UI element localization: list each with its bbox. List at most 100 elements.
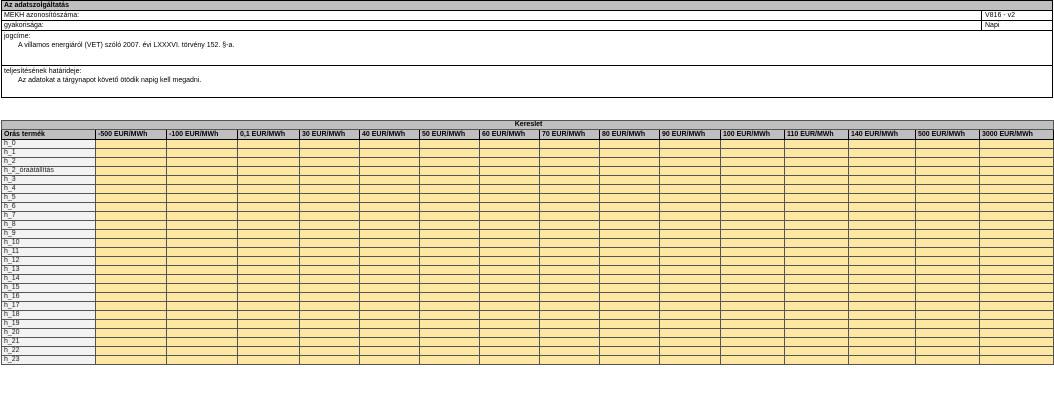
input-cell[interactable] — [359, 148, 420, 158]
input-cell[interactable] — [720, 310, 785, 320]
input-cell[interactable] — [237, 346, 300, 356]
input-cell[interactable] — [359, 175, 420, 185]
input-cell[interactable] — [419, 157, 480, 167]
input-cell[interactable] — [95, 211, 167, 221]
input-cell[interactable] — [599, 283, 660, 293]
input-cell[interactable] — [95, 265, 167, 275]
input-cell[interactable] — [784, 301, 849, 311]
row-label[interactable]: h_16 — [1, 292, 96, 302]
input-cell[interactable] — [659, 319, 721, 329]
input-cell[interactable] — [359, 283, 420, 293]
row-label[interactable]: h_21 — [1, 337, 96, 347]
input-cell[interactable] — [166, 292, 238, 302]
input-cell[interactable] — [166, 265, 238, 275]
input-cell[interactable] — [915, 247, 980, 257]
input-cell[interactable] — [848, 274, 916, 284]
row-label[interactable]: h_19 — [1, 319, 96, 329]
input-cell[interactable] — [915, 184, 980, 194]
input-cell[interactable] — [539, 202, 600, 212]
input-cell[interactable] — [359, 319, 420, 329]
input-cell[interactable] — [166, 310, 238, 320]
input-cell[interactable] — [237, 274, 300, 284]
input-cell[interactable] — [720, 193, 785, 203]
input-cell[interactable] — [659, 328, 721, 338]
input-cell[interactable] — [915, 193, 980, 203]
input-cell[interactable] — [784, 184, 849, 194]
input-cell[interactable] — [915, 283, 980, 293]
input-cell[interactable] — [95, 256, 167, 266]
input-cell[interactable] — [784, 238, 849, 248]
input-cell[interactable] — [978, 220, 1054, 230]
input-cell[interactable] — [659, 184, 721, 194]
input-cell[interactable] — [659, 238, 721, 248]
input-cell[interactable] — [419, 310, 480, 320]
input-cell[interactable] — [95, 184, 167, 194]
input-cell[interactable] — [299, 274, 360, 284]
input-cell[interactable] — [848, 256, 916, 266]
input-cell[interactable] — [166, 229, 238, 239]
input-cell[interactable] — [479, 157, 540, 167]
input-cell[interactable] — [915, 346, 980, 356]
input-cell[interactable] — [479, 256, 540, 266]
row-label[interactable]: h_20 — [1, 328, 96, 338]
input-cell[interactable] — [95, 310, 167, 320]
input-cell[interactable] — [95, 301, 167, 311]
input-cell[interactable] — [978, 355, 1054, 365]
input-cell[interactable] — [720, 238, 785, 248]
input-cell[interactable] — [659, 301, 721, 311]
input-cell[interactable] — [419, 193, 480, 203]
input-cell[interactable] — [359, 247, 420, 257]
input-cell[interactable] — [978, 193, 1054, 203]
input-cell[interactable] — [166, 346, 238, 356]
row-label[interactable]: h_10 — [1, 238, 96, 248]
input-cell[interactable] — [95, 229, 167, 239]
input-cell[interactable] — [978, 328, 1054, 338]
row-label[interactable]: h_22 — [1, 346, 96, 356]
input-cell[interactable] — [479, 184, 540, 194]
input-cell[interactable] — [978, 265, 1054, 275]
input-cell[interactable] — [539, 337, 600, 347]
input-cell[interactable] — [299, 337, 360, 347]
input-cell[interactable] — [784, 220, 849, 230]
input-cell[interactable] — [166, 274, 238, 284]
input-cell[interactable] — [479, 247, 540, 257]
input-cell[interactable] — [539, 193, 600, 203]
input-cell[interactable] — [978, 274, 1054, 284]
input-cell[interactable] — [915, 292, 980, 302]
input-cell[interactable] — [359, 355, 420, 365]
input-cell[interactable] — [784, 229, 849, 239]
input-cell[interactable] — [720, 274, 785, 284]
input-cell[interactable] — [166, 301, 238, 311]
input-cell[interactable] — [978, 292, 1054, 302]
input-cell[interactable] — [479, 220, 540, 230]
input-cell[interactable] — [784, 346, 849, 356]
input-cell[interactable] — [978, 301, 1054, 311]
input-cell[interactable] — [539, 265, 600, 275]
input-cell[interactable] — [659, 220, 721, 230]
input-cell[interactable] — [539, 346, 600, 356]
input-cell[interactable] — [599, 139, 660, 149]
input-cell[interactable] — [720, 175, 785, 185]
input-cell[interactable] — [978, 283, 1054, 293]
input-cell[interactable] — [599, 175, 660, 185]
input-cell[interactable] — [978, 319, 1054, 329]
input-cell[interactable] — [659, 148, 721, 158]
input-cell[interactable] — [166, 328, 238, 338]
input-cell[interactable] — [915, 229, 980, 239]
input-cell[interactable] — [915, 256, 980, 266]
input-cell[interactable] — [359, 139, 420, 149]
input-cell[interactable] — [359, 238, 420, 248]
input-cell[interactable] — [784, 319, 849, 329]
input-cell[interactable] — [978, 139, 1054, 149]
input-cell[interactable] — [784, 175, 849, 185]
input-cell[interactable] — [915, 157, 980, 167]
input-cell[interactable] — [915, 355, 980, 365]
input-cell[interactable] — [599, 202, 660, 212]
input-cell[interactable] — [848, 292, 916, 302]
input-cell[interactable] — [720, 220, 785, 230]
frequency-value[interactable]: Napi — [981, 21, 1053, 31]
input-cell[interactable] — [915, 175, 980, 185]
input-cell[interactable] — [784, 193, 849, 203]
input-cell[interactable] — [978, 310, 1054, 320]
input-cell[interactable] — [166, 202, 238, 212]
